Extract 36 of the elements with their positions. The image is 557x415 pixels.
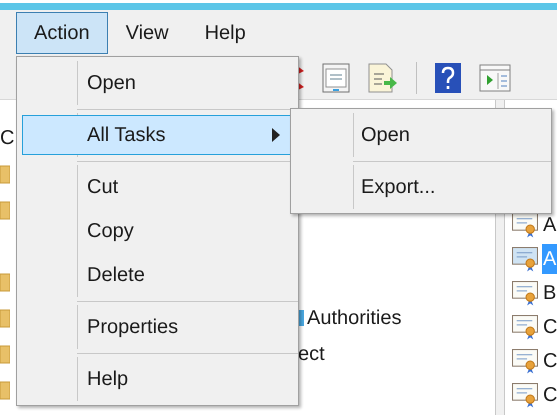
menu-item[interactable]: All Tasks: [22, 115, 293, 155]
folder-icon: [0, 272, 10, 292]
list-item[interactable]: B: [542, 278, 557, 308]
tree-item-label: Authorities: [307, 306, 402, 331]
menu-bar-item[interactable]: Help: [186, 12, 264, 54]
certificate-icon: [512, 348, 538, 374]
properties-icon: [322, 62, 350, 92]
submenu-arrow-icon: [272, 128, 280, 142]
menu-item[interactable]: Help: [22, 359, 293, 399]
menu-item[interactable]: Properties: [22, 307, 293, 347]
tree-item-label: C: [0, 126, 14, 151]
help-icon: [435, 62, 461, 92]
menu-bar-item[interactable]: View: [108, 12, 187, 54]
tree-item-label: ect: [298, 342, 325, 367]
certificate-icon: [512, 382, 538, 408]
menu-item[interactable]: Open: [22, 63, 293, 103]
list-item[interactable]: A: [542, 210, 557, 240]
folder-icon: [0, 344, 10, 364]
window-panel-icon: [479, 64, 511, 92]
menu-item[interactable]: Export...: [296, 167, 546, 207]
certificate-icon: [512, 314, 538, 340]
export-list-icon: [368, 62, 398, 92]
certificate-icon: [512, 280, 538, 306]
menu-item[interactable]: Copy: [22, 211, 293, 251]
folder-icon: [0, 164, 10, 184]
folder-icon: [0, 380, 10, 400]
certificate-icon: [512, 246, 538, 272]
menu-item[interactable]: Open: [296, 115, 546, 155]
menu-item[interactable]: Cut: [22, 167, 293, 207]
list-item[interactable]: C: [542, 346, 557, 376]
folder-icon: [0, 200, 10, 220]
menu-item[interactable]: Delete: [22, 255, 293, 295]
list-item[interactable]: C: [542, 380, 557, 410]
menu-bar-item[interactable]: Action: [16, 12, 108, 54]
folder-icon: [0, 308, 10, 328]
list-item[interactable]: C: [542, 312, 557, 342]
